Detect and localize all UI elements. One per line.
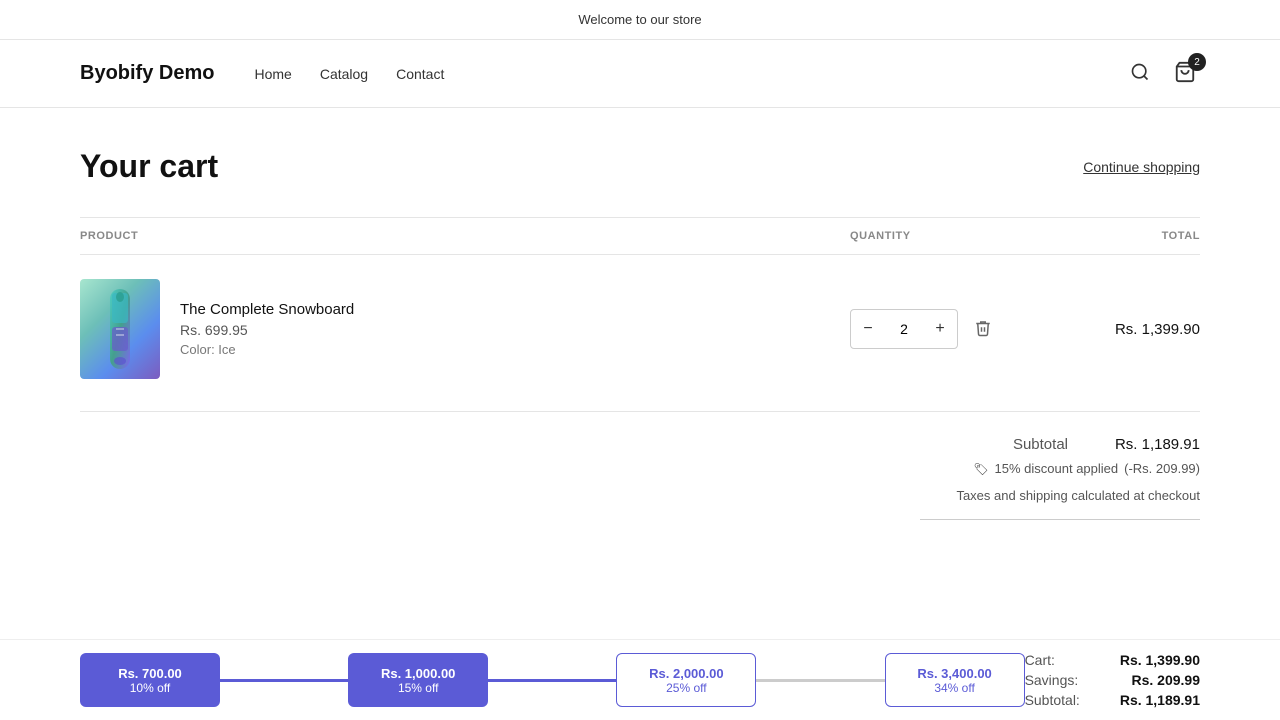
cart-header: Your cart Continue shopping — [80, 148, 1200, 185]
search-icon — [1130, 62, 1150, 82]
continue-shopping-button[interactable]: Continue shopping — [1083, 159, 1200, 175]
tier-3-amount: Rs. 2,000.00 — [649, 666, 723, 681]
cart-title: Your cart — [80, 148, 218, 185]
tier-2-amount: Rs. 1,000.00 — [381, 666, 455, 681]
banner-text: Welcome to our store — [578, 12, 701, 27]
quantity-input[interactable] — [885, 321, 923, 337]
tier-4-amount: Rs. 3,400.00 — [917, 666, 991, 681]
product-image — [80, 279, 160, 379]
cart-total-row: Cart: Rs. 1,399.90 — [1025, 652, 1200, 668]
cart-summary: Subtotal Rs. 1,189.91 🏷 15% discount app… — [80, 436, 1200, 528]
cart-divider — [80, 411, 1200, 412]
nav-catalog[interactable]: Catalog — [320, 66, 368, 82]
top-banner: Welcome to our store — [0, 0, 1280, 40]
header-icons: 2 — [1126, 57, 1200, 90]
cart-item: The Complete Snowboard Rs. 699.95 Color:… — [80, 254, 1200, 403]
savings-row: Savings: Rs. 209.99 — [1025, 672, 1200, 688]
tier-3-discount: 25% off — [666, 681, 706, 695]
subtotal2-row: Subtotal: Rs. 1,189.91 — [1025, 692, 1200, 708]
tier-2: Rs. 1,000.00 15% off — [348, 653, 488, 707]
cart-item-product: The Complete Snowboard Rs. 699.95 Color:… — [80, 279, 850, 379]
quantity-decrease-button[interactable]: − — [851, 310, 885, 348]
col-header-product: PRODUCT — [80, 230, 850, 242]
subtotal2-label: Subtotal: — [1025, 692, 1080, 708]
logo[interactable]: Byobify Demo — [80, 62, 214, 85]
trash-icon — [974, 319, 992, 337]
subtotal2-value: Rs. 1,189.91 — [1120, 692, 1200, 708]
cart-table-header: PRODUCT QUANTITY TOTAL — [80, 217, 1200, 254]
savings-value: Rs. 209.99 — [1132, 672, 1201, 688]
tier-line-2 — [488, 679, 616, 682]
savings-label: Savings: — [1025, 672, 1079, 688]
discount-value: (-Rs. 209.99) — [1124, 461, 1200, 476]
taxes-note: Taxes and shipping calculated at checkou… — [956, 488, 1200, 503]
tier-2-discount: 15% off — [398, 681, 438, 695]
tier-4: Rs. 3,400.00 34% off — [885, 653, 1025, 707]
right-summary: Cart: Rs. 1,399.90 Savings: Rs. 209.99 S… — [1025, 652, 1200, 708]
tier-3: Rs. 2,000.00 25% off — [616, 653, 756, 707]
discount-line: 🏷 15% discount applied (-Rs. 209.99) — [973, 461, 1200, 476]
tier-4-discount: 34% off — [934, 681, 974, 695]
tiers-container: Rs. 700.00 10% off Rs. 1,000.00 15% off … — [80, 653, 1025, 707]
cart-label: Cart: — [1025, 652, 1055, 668]
subtotal-value: Rs. 1,189.91 — [1100, 436, 1200, 453]
product-name: The Complete Snowboard — [180, 301, 354, 318]
snowboard-illustration — [102, 285, 138, 373]
product-variant: Color: Ice — [180, 342, 354, 357]
discount-label: 15% discount applied — [995, 461, 1119, 476]
main-nav: Home Catalog Contact — [254, 66, 1126, 82]
tier-1: Rs. 700.00 10% off — [80, 653, 220, 707]
header: Byobify Demo Home Catalog Contact 2 — [0, 40, 1280, 108]
tier-1-discount: 10% off — [130, 681, 170, 695]
cart-item-quantity: − + — [850, 309, 1050, 349]
search-button[interactable] — [1126, 58, 1154, 89]
col-header-total: TOTAL — [1050, 230, 1200, 242]
checkout-divider — [920, 519, 1200, 520]
cart-value: Rs. 1,399.90 — [1120, 652, 1200, 668]
discount-tag-icon: 🏷 — [973, 462, 988, 476]
quantity-control: − + — [850, 309, 958, 349]
nav-contact[interactable]: Contact — [396, 66, 444, 82]
tier-line-1 — [220, 679, 348, 682]
subtotal-label: Subtotal — [1013, 436, 1068, 453]
cart-item-total: Rs. 1,399.90 — [1050, 321, 1200, 338]
tier-line-3 — [756, 679, 884, 682]
cart-badge: 2 — [1188, 53, 1206, 71]
main-content: Your cart Continue shopping PRODUCT QUAN… — [0, 108, 1280, 720]
cart-button[interactable]: 2 — [1170, 57, 1200, 90]
bottom-bar: Rs. 700.00 10% off Rs. 1,000.00 15% off … — [0, 639, 1280, 720]
tier-1-amount: Rs. 700.00 — [118, 666, 182, 681]
subtotal-row: Subtotal Rs. 1,189.91 — [1013, 436, 1200, 453]
quantity-increase-button[interactable]: + — [923, 310, 957, 348]
product-price: Rs. 699.95 — [180, 322, 354, 338]
col-header-quantity: QUANTITY — [850, 230, 1050, 242]
nav-home[interactable]: Home — [254, 66, 291, 82]
product-info: The Complete Snowboard Rs. 699.95 Color:… — [180, 301, 354, 357]
delete-item-button[interactable] — [970, 315, 996, 344]
